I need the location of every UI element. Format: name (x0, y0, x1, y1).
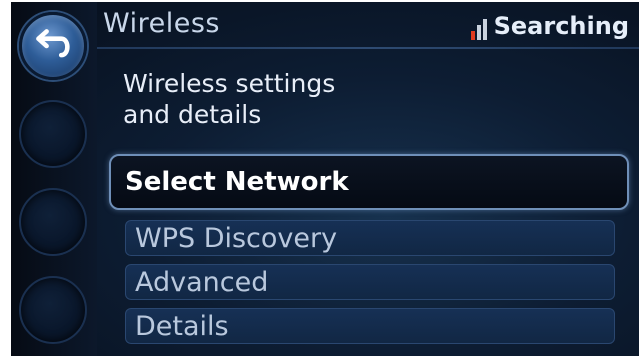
device-frame: Wireless Searching Wireless settings and… (0, 0, 642, 358)
back-button[interactable] (19, 12, 87, 80)
sidebar (11, 2, 97, 356)
back-arrow-icon (36, 29, 70, 58)
signal-bars-icon (470, 18, 489, 40)
header-divider (97, 47, 639, 49)
subtitle-line-2: and details (123, 100, 262, 129)
menu-item-details[interactable]: Details (125, 308, 615, 344)
side-button-4[interactable] (19, 276, 87, 344)
menu-item-label: WPS Discovery (135, 222, 338, 254)
side-button-3[interactable] (19, 188, 87, 256)
menu-item-label: Advanced (135, 266, 269, 298)
menu-item-wps-discovery[interactable]: WPS Discovery (125, 220, 615, 256)
subtitle-line-1: Wireless settings (123, 69, 336, 98)
status-text: Searching (493, 12, 629, 40)
side-button-2[interactable] (19, 100, 87, 168)
menu-item-label: Details (135, 310, 229, 342)
status-indicator: Searching (470, 12, 629, 40)
menu-item-label: Select Network (125, 167, 349, 197)
menu-item-advanced[interactable]: Advanced (125, 264, 615, 300)
menu-item-select-network[interactable]: Select Network (109, 154, 629, 210)
page-subtitle: Wireless settings and details (123, 68, 443, 130)
page-title: Wireless (103, 8, 220, 39)
screen: Wireless Searching Wireless settings and… (11, 2, 639, 356)
